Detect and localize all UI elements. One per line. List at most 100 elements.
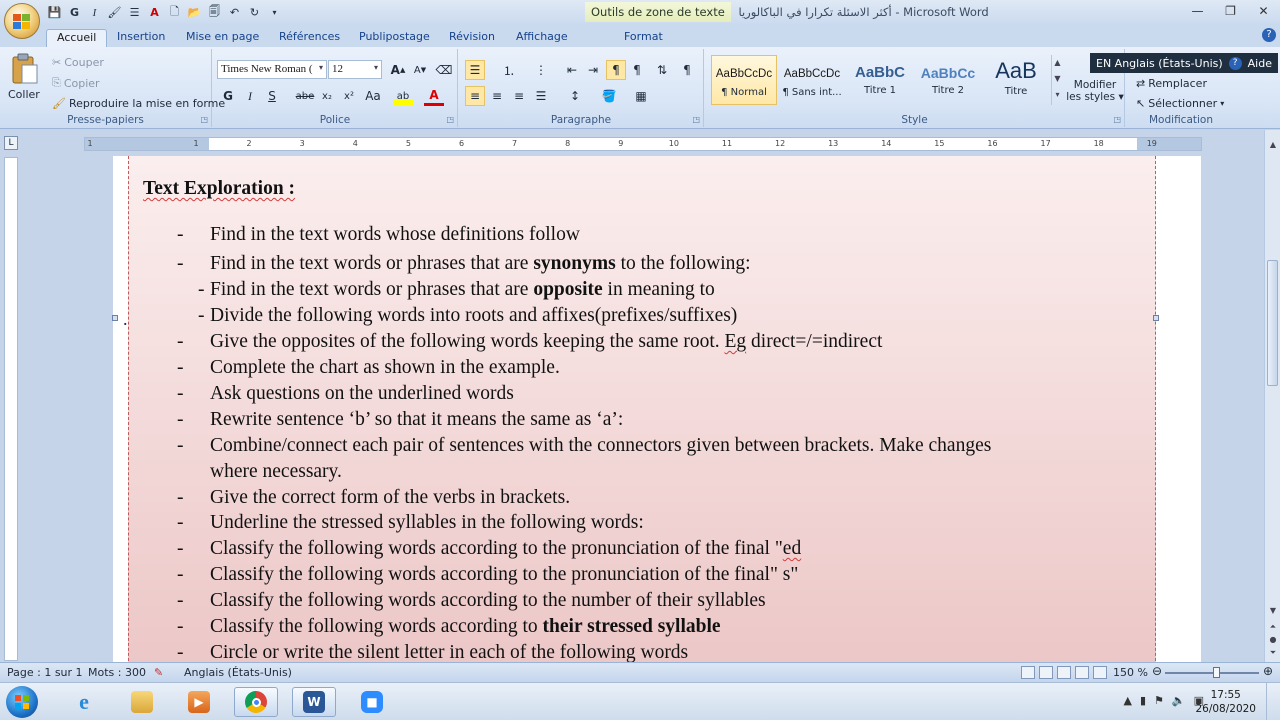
scrollbar-thumb[interactable] [1267,260,1278,386]
vertical-ruler[interactable] [4,157,18,661]
save-icon[interactable]: 💾 [46,4,63,21]
italic-button[interactable]: I [240,86,260,106]
tab-selector[interactable]: L [4,136,18,150]
show-marks-button[interactable]: ¶ [677,60,697,80]
strikethrough-button[interactable]: abe [295,86,315,106]
align-center-button[interactable]: ≡ [487,86,507,106]
open-icon[interactable]: 📂 [186,4,203,21]
align-right-button[interactable]: ≡ [509,86,529,106]
horizontal-ruler[interactable]: 1 1 2 3 4 5 6 7 8 9 10 11 12 13 14 15 16 17 18 19 [84,137,1202,151]
font-launcher-icon[interactable]: ◳ [446,115,454,124]
vertical-scrollbar[interactable]: ▲ ▼ ⏶ ● ⏷ [1264,130,1280,662]
styles-scroll[interactable]: ▲ ▼ ▾ [1051,55,1063,105]
paragraph-launcher-icon[interactable]: ◳ [692,115,700,124]
print-preview-icon[interactable]: 🗐 [206,4,223,21]
volume-icon[interactable]: 🔈 [1172,694,1186,707]
full-screen-reading-icon[interactable] [1039,666,1053,679]
web-layout-icon[interactable] [1057,666,1071,679]
tab-accueil[interactable]: Accueil [46,29,108,47]
office-button[interactable] [4,3,40,39]
font-size-combo[interactable]: 12 ▾ [328,60,382,79]
network-icon[interactable]: ▮ [1140,694,1146,707]
taskbar-internet-explorer[interactable]: e [62,687,106,717]
language-indicator[interactable]: EN Anglais (États-Unis) ? Aide [1090,53,1278,73]
zoom-out-icon[interactable]: ⊖ [1152,664,1162,678]
change-case-button[interactable]: Aa [363,86,383,106]
change-styles-button[interactable]: Modifier les styles ▾ [1065,79,1125,103]
close-button[interactable]: ✕ [1247,0,1280,22]
proofing-icon[interactable]: ✎ [154,666,163,679]
decrease-indent-button[interactable]: ⇤ [562,60,582,80]
shading-button[interactable]: 🪣 [599,86,619,106]
draft-view-icon[interactable] [1093,666,1107,679]
tab-mise-en-page[interactable]: Mise en page [176,29,269,47]
grow-font-button[interactable]: A ▲ [388,60,408,80]
new-doc-icon[interactable]: 🗋 [166,4,183,21]
clock[interactable]: 17:55 26/08/2020 [1195,688,1256,716]
undo-icon[interactable]: ↶ [226,4,243,21]
show-desktop-button[interactable] [1266,683,1280,720]
page-count[interactable]: Page : 1 sur 1 [7,666,83,679]
select-button[interactable]: ↖ Sélectionner ▾ [1136,97,1224,110]
scroll-down-icon[interactable]: ▼ [1267,606,1279,618]
browse-object-icon[interactable]: ● [1267,635,1279,647]
zoom-slider-knob[interactable] [1213,667,1220,678]
tab-affichage[interactable]: Affichage [506,29,578,47]
multilevel-list-button[interactable]: ⋮ [531,60,551,80]
font-color-button[interactable]: A [424,86,444,106]
taskbar-chrome[interactable] [234,687,278,717]
flag-icon[interactable]: ⚑ [1154,694,1164,707]
highlight-button[interactable]: ab [393,86,413,106]
cut-button[interactable]: ✂ Couper [52,56,104,69]
style-heading-2[interactable]: AaBbCc Titre 2 [915,55,981,105]
bold-button[interactable]: G [218,86,238,106]
prev-page-icon[interactable]: ⏶ [1267,622,1279,634]
numbering-button[interactable]: ⒈ [499,60,519,80]
zoom-level[interactable]: 150 % [1113,666,1148,679]
minimize-button[interactable]: — [1181,0,1214,22]
taskbar-word[interactable]: W [292,687,336,717]
borders-button[interactable]: ▦ [631,86,651,106]
italic-quick-icon[interactable]: I [86,4,103,21]
help-icon[interactable]: ? [1262,28,1276,42]
style-normal[interactable]: AaBbCcDc ¶ Normal [711,55,777,105]
tab-references[interactable]: Références [269,29,350,47]
clipboard-launcher-icon[interactable]: ◳ [200,115,208,124]
customize-qat-icon[interactable]: ▾ [266,4,283,21]
tab-format[interactable]: Format [614,29,673,47]
resize-handle-left[interactable] [112,315,118,321]
style-no-spacing[interactable]: AaBbCcDc ¶ Sans int... [779,55,845,105]
replace-button[interactable]: ⇄ Remplacer [1136,77,1207,90]
tab-insertion[interactable]: Insertion [107,29,175,47]
tab-revision[interactable]: Révision [439,29,505,47]
redo-icon[interactable]: ↻ [246,4,263,21]
taskbar-file-explorer[interactable] [120,687,164,717]
maximize-button[interactable]: ❐ [1214,0,1247,22]
word-count[interactable]: Mots : 300 [88,666,146,679]
tab-publipostage[interactable]: Publipostage [349,29,440,47]
print-layout-icon[interactable] [1021,666,1035,679]
next-page-icon[interactable]: ⏷ [1267,648,1279,660]
underline-button[interactable]: S [262,86,282,106]
zoom-in-icon[interactable]: ⊕ [1263,664,1273,678]
show-hidden-icons-icon[interactable]: ▲ [1123,694,1131,707]
styles-launcher-icon[interactable]: ◳ [1113,115,1121,124]
scroll-up-icon[interactable]: ▲ [1267,140,1279,152]
bullets-button[interactable]: ☰ [465,60,485,80]
sort-button[interactable]: ⇅ [652,60,672,80]
rtl-button[interactable]: ¶ [606,60,626,80]
bold-quick-icon[interactable]: G [66,4,83,21]
format-painter-button[interactable]: 🖌 Reproduire la mise en forme [52,97,225,110]
resize-handle-right[interactable] [1153,315,1159,321]
taskbar-zoom[interactable]: ■ [350,687,394,717]
style-heading-1[interactable]: AaBbC Titre 1 [847,55,913,105]
font-name-combo[interactable]: Times New Roman ( ▾ [217,60,327,79]
increase-indent-button[interactable]: ⇥ [583,60,603,80]
clear-format-button[interactable]: ⌫ [434,60,454,80]
subscript-button[interactable]: x₂ [317,86,337,106]
zoom-slider[interactable] [1165,672,1259,674]
format-painter-quick-icon[interactable]: 🖌 [106,4,123,21]
taskbar-media-player[interactable]: ▶ [177,687,221,717]
style-title[interactable]: AaB Titre [983,55,1049,105]
shrink-font-button[interactable]: A ▼ [410,60,430,80]
